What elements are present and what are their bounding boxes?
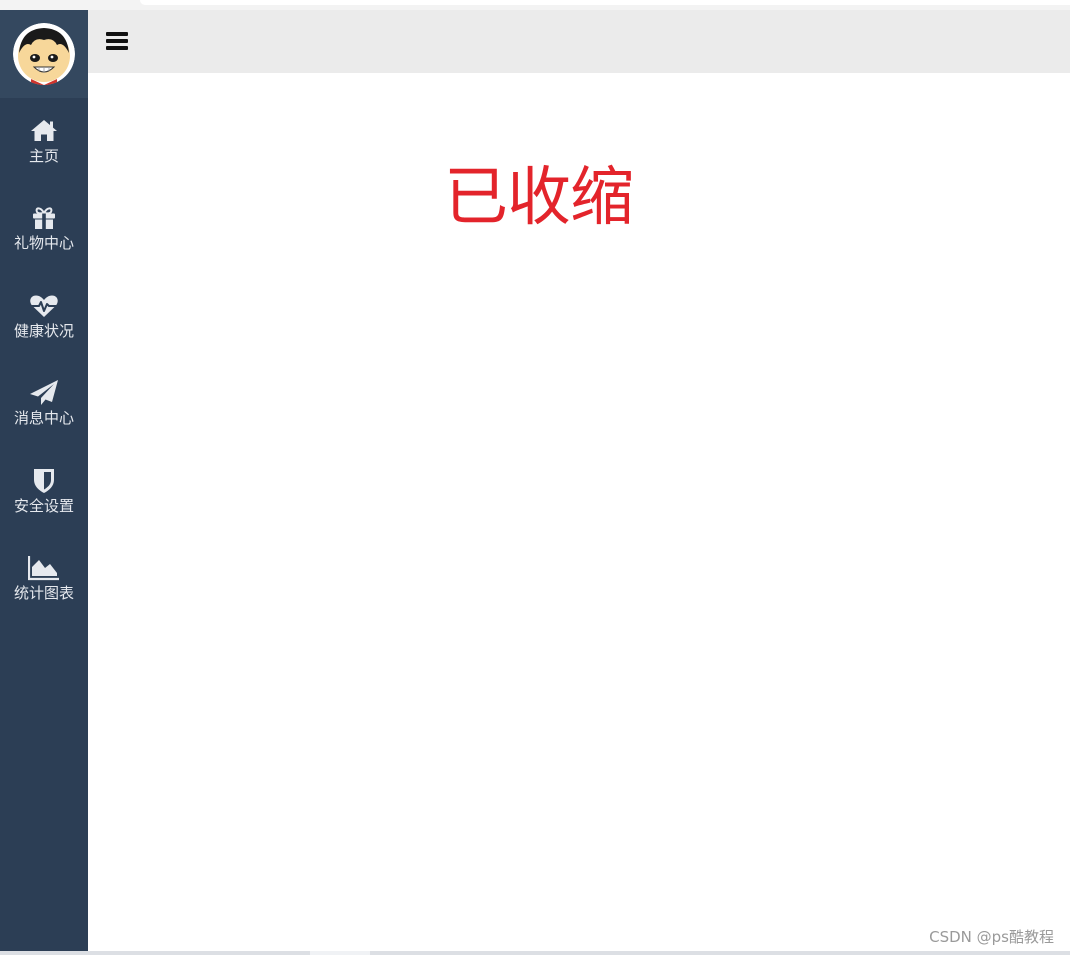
browser-chrome-strip	[0, 0, 1070, 10]
avatar-image	[13, 23, 75, 85]
horizontal-scrollbar[interactable]	[0, 951, 1070, 955]
browser-tab-edge	[140, 0, 1070, 5]
sidebar-item-home[interactable]: 主页	[0, 118, 88, 198]
sidebar-item-label: 健康状况	[13, 322, 74, 340]
top-bar	[88, 10, 1070, 73]
sidebar-item-label: 统计图表	[13, 584, 74, 602]
sidebar-item-label: 礼物中心	[13, 234, 74, 252]
sidebar-item-messages[interactable]: 消息中心	[0, 380, 88, 460]
sidebar-item-label: 主页	[28, 147, 59, 165]
paper-plane-icon	[30, 380, 58, 405]
avatar[interactable]	[13, 23, 75, 85]
sidebar-item-label: 安全设置	[13, 497, 74, 515]
heartbeat-icon	[30, 295, 58, 317]
watermark: CSDN @ps酷教程	[929, 928, 1054, 946]
avatar-container	[0, 10, 88, 98]
sidebar: 主页 礼物中心 健康状况 消息中心 安全设置 统计图表	[0, 10, 88, 951]
gift-icon	[33, 207, 55, 229]
sidebar-item-label: 消息中心	[13, 409, 74, 427]
home-icon	[31, 120, 57, 141]
sidebar-collapsed-status: 已收缩	[444, 161, 634, 235]
sidebar-item-security[interactable]: 安全设置	[0, 468, 88, 548]
shield-icon	[34, 469, 54, 493]
area-chart-icon	[28, 556, 59, 581]
scrollbar-thumb[interactable]	[310, 951, 370, 955]
sidebar-item-health[interactable]: 健康状况	[0, 293, 88, 373]
sidebar-item-gift-center[interactable]: 礼物中心	[0, 205, 88, 285]
sidebar-item-statistics[interactable]: 统计图表	[0, 555, 88, 635]
hamburger-menu-icon[interactable]	[105, 30, 129, 52]
